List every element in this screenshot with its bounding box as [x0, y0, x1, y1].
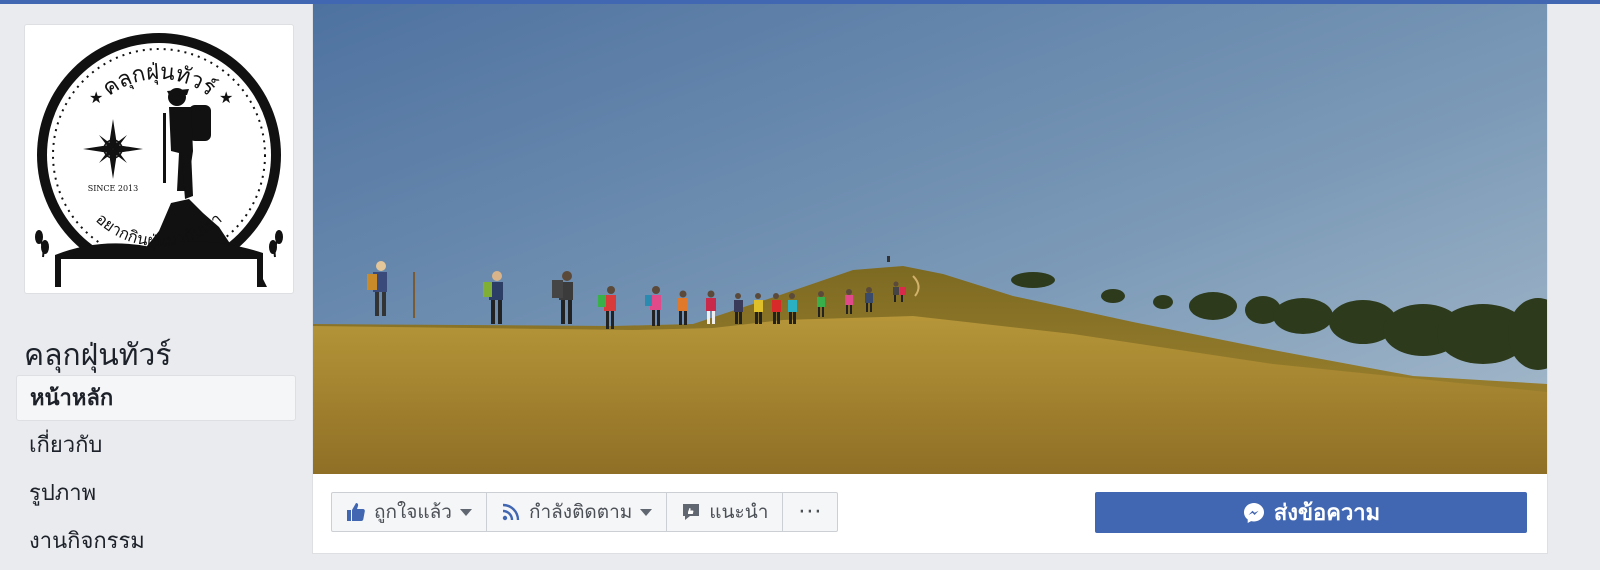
page-header-card: ถูกใจแล้ว กำลังติดตาม แนะนำ ··· ส่งข้อคว… [312, 4, 1548, 554]
thumbs-up-icon [346, 502, 366, 522]
sidebar-item-about[interactable]: เกี่ยวกับ [16, 423, 296, 469]
profile-picture[interactable]: คลุกฝุ่นทัวร์ ★ ★ SINCE 2013 อยากกินฝุ่น… [24, 24, 294, 294]
svg-text:★: ★ [89, 88, 103, 107]
chevron-down-icon [459, 508, 472, 516]
recommend-label: แนะนำ [709, 501, 769, 523]
sidebar-item-home[interactable]: หน้าหลัก [16, 375, 296, 421]
sidebar-item-photos[interactable]: รูปภาพ [16, 471, 296, 517]
sidebar-item-events[interactable]: งานกิจกรรม [16, 519, 296, 565]
recommend-button[interactable]: แนะนำ [667, 493, 784, 531]
page-actions: ถูกใจแล้ว กำลังติดตาม แนะนำ ··· [331, 492, 839, 532]
chevron-down-icon [640, 508, 653, 516]
liked-button[interactable]: ถูกใจแล้ว [332, 493, 487, 531]
recommend-icon [681, 502, 701, 522]
liked-label: ถูกใจแล้ว [374, 501, 452, 523]
svg-text:SINCE 2013: SINCE 2013 [88, 184, 139, 193]
send-message-label: ส่งข้อความ [1273, 501, 1381, 526]
following-button[interactable]: กำลังติดตาม [487, 493, 668, 531]
send-message-button[interactable]: ส่งข้อความ [1095, 492, 1527, 533]
more-icon[interactable]: ··· [783, 493, 837, 531]
svg-text:★: ★ [219, 88, 233, 107]
following-label: กำลังติดตาม [528, 501, 633, 523]
sidebar-nav: หน้าหลัก เกี่ยวกับ รูปภาพ งานกิจกรรม [16, 375, 296, 567]
right-gutter [1556, 4, 1600, 570]
cover-photo[interactable] [313, 4, 1547, 474]
page-logo: คลุกฝุ่นทัวร์ ★ ★ SINCE 2013 อยากกินฝุ่น… [31, 31, 287, 287]
page-title[interactable]: คลุกฝุ่นทัวร์ [24, 332, 171, 379]
rss-icon [501, 502, 521, 522]
messenger-icon [1242, 501, 1266, 525]
